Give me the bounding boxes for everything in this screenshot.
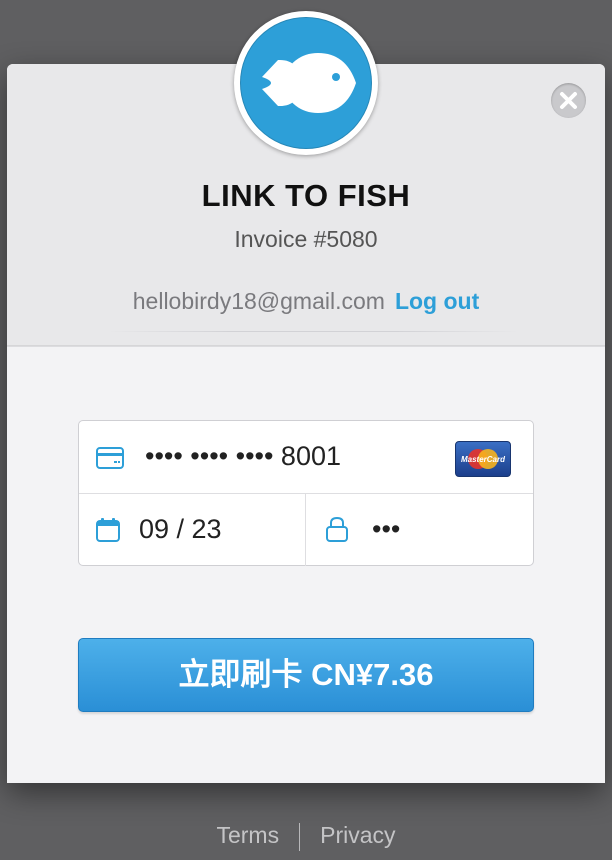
merchant-name: LINK TO FISH: [201, 178, 411, 213]
header-divider: [107, 331, 519, 332]
expiry-field[interactable]: 09 / 23: [79, 494, 305, 566]
cvc-field[interactable]: •••: [306, 494, 533, 566]
merchant-logo: [234, 11, 378, 155]
footer: Terms Privacy: [0, 822, 612, 851]
invoice-number: Invoice #5080: [234, 226, 378, 252]
credit-card-icon: [96, 447, 124, 469]
footer-separator: [299, 822, 301, 851]
card-form: •••• •••• •••• 8001 MasterCard 09 / 23 •…: [78, 420, 534, 566]
calendar-icon: [96, 518, 120, 542]
pay-button[interactable]: 立即刷卡 CN¥7.36: [78, 638, 534, 712]
cvc-value: •••: [372, 514, 401, 544]
fish-icon: [240, 17, 372, 149]
account-row: hellobirdy18@gmail.com Log out: [0, 288, 612, 315]
expiry-value: 09 / 23: [139, 514, 222, 544]
logout-link[interactable]: Log out: [395, 288, 479, 314]
card-number-value: •••• •••• •••• 8001: [145, 441, 342, 471]
close-button[interactable]: [551, 83, 586, 118]
privacy-link[interactable]: Privacy: [320, 822, 395, 848]
card-number-field[interactable]: •••• •••• •••• 8001 MasterCard: [79, 421, 533, 493]
account-email: hellobirdy18@gmail.com: [132, 288, 385, 314]
mastercard-icon: MasterCard: [455, 441, 511, 477]
lock-icon: [326, 516, 348, 542]
close-icon: [560, 92, 577, 109]
card-brand-label: MasterCard: [460, 455, 505, 464]
terms-link[interactable]: Terms: [216, 822, 279, 848]
